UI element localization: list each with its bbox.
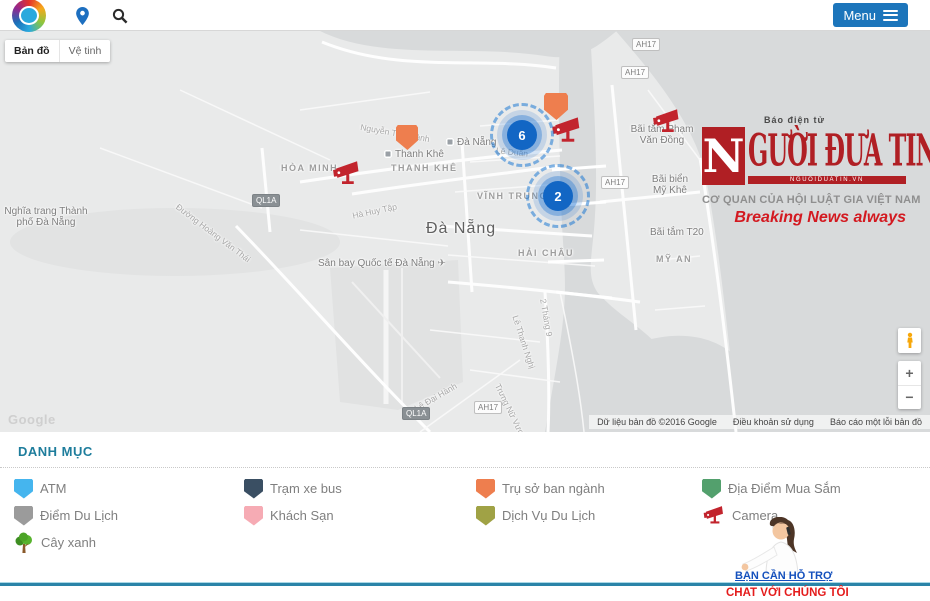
news-kicker: Báo điện tử <box>764 115 906 125</box>
news-slogan: Breaking News always <box>702 209 906 227</box>
camera-marker-1[interactable] <box>331 161 361 191</box>
district-label-my-an: MỸ AN <box>656 254 692 264</box>
street-view-pegman-button[interactable] <box>898 328 921 353</box>
camera-icon <box>702 506 725 525</box>
government-office-pin-icon <box>476 479 495 499</box>
legend-title: DANH MỤC <box>18 444 930 459</box>
menu-button[interactable]: Menu <box>833 3 908 27</box>
legend-item-hotel[interactable]: Khách Sạn <box>244 505 476 526</box>
legend-item-tree[interactable]: Cây xanh <box>14 532 244 553</box>
legend-item-atm[interactable]: ATM <box>14 478 244 499</box>
map-type-control: Bản đồ Vệ tinh <box>5 40 110 62</box>
zoom-in-button[interactable]: + <box>898 361 921 386</box>
district-label-hai-chau: HẢI CHÂU <box>518 248 574 258</box>
report-error-link[interactable]: Báo cáo một lỗi bản đồ <box>830 417 922 427</box>
menu-button-label: Menu <box>843 8 876 23</box>
bus-stop-pin-icon <box>244 479 263 499</box>
satellite-type-button[interactable]: Vệ tinh <box>60 40 111 62</box>
beach-label-t20: Bãi tắm T20 <box>650 227 704 238</box>
news-title: GƯỜI ĐƯA TIN <box>748 127 898 176</box>
legend-item-government-office[interactable]: Trụ sở ban ngành <box>476 478 702 499</box>
route-badge-ah17: AH17 <box>601 176 629 189</box>
news-domain-strip: NGUOIDUATIN.VN <box>748 176 906 184</box>
route-badge-ql1a: QL1A <box>402 407 430 420</box>
map-attribution: Dữ liệu bản đồ ©2016 Google Điều khoản s… <box>589 415 930 429</box>
train-station-icon <box>384 150 392 158</box>
station-label-thanh-khe: Thanh Khê <box>384 149 444 160</box>
tourism-service-pin-icon <box>476 506 495 526</box>
site-logo[interactable] <box>12 0 46 32</box>
legend-item-tourism-service[interactable]: Dịch Vụ Du Lịch <box>476 505 702 526</box>
legend-item-tourist-spot[interactable]: Điểm Du Lịch <box>14 505 244 526</box>
news-logo-overlay: Báo điện tử N GƯỜI ĐƯA TIN NGUOIDUATIN.V… <box>702 115 906 227</box>
district-label-hoa-minh: HÒA MINH <box>281 163 338 173</box>
page: Menu <box>0 0 930 601</box>
station-label-da-nang: Đà Nẵng <box>446 137 496 148</box>
map-copyright: Dữ liệu bản đồ ©2016 Google <box>597 417 717 427</box>
beach-label-my-khe: Bãi biển Mỹ Khê <box>646 174 694 196</box>
map-area[interactable]: Bản đồ Vệ tinh HÒA MINH THANH KHÊ VĨNH T… <box>0 30 930 432</box>
cemetery-label: Nghĩa trang Thành phố Đà Nẵng <box>0 206 92 228</box>
dotted-divider <box>0 467 930 468</box>
legend-item-camera[interactable]: Camera <box>702 505 930 526</box>
airport-label: Sân bay Quốc tế Đà Nẵng ✈ <box>318 258 446 269</box>
hotel-pin-icon <box>244 506 263 526</box>
news-agency-line: CƠ QUAN CỦA HỘI LUẬT GIA VIỆT NAM <box>702 194 906 206</box>
legend-item-bus-stop[interactable]: Trạm xe bus <box>244 478 476 499</box>
chat-with-us-link[interactable]: CHAT VỚI CHÚNG TÔI <box>726 587 849 599</box>
city-label: Đà Nẵng <box>426 220 496 238</box>
shopping-pin-icon <box>702 479 721 499</box>
route-badge-ah17: AH17 <box>474 401 502 414</box>
tree-icon <box>14 532 34 554</box>
route-badge-ql1a: QL1A <box>252 194 280 207</box>
cluster-marker-2[interactable]: 2 <box>543 181 573 211</box>
map-type-button[interactable]: Bản đồ <box>5 40 60 62</box>
top-bar: Menu <box>0 0 930 31</box>
zoom-out-button[interactable]: − <box>898 386 921 410</box>
news-initial: N <box>702 127 745 185</box>
zoom-control: + − <box>898 361 921 409</box>
cluster-marker-6[interactable]: 6 <box>507 120 537 150</box>
airport-icon: ✈ <box>438 258 446 269</box>
camera-marker-2[interactable] <box>550 117 582 149</box>
footer-divider-line <box>0 582 930 586</box>
district-label-thanh-khe: THANH KHÊ <box>391 163 458 173</box>
legend-item-shopping[interactable]: Địa Điểm Mua Sắm <box>702 478 930 499</box>
atm-pin-icon <box>14 479 33 499</box>
route-badge-ah17: AH17 <box>632 38 660 51</box>
google-watermark: Google <box>8 412 56 427</box>
tourist-spot-pin-icon <box>14 506 33 526</box>
need-help-link[interactable]: BẠN CẦN HỖ TRỢ <box>735 570 832 582</box>
pegman-icon <box>905 332 915 349</box>
camera-marker-3[interactable] <box>651 109 681 139</box>
location-pin-icon[interactable] <box>72 6 92 26</box>
terms-link[interactable]: Điều khoản sử dụng <box>733 417 814 427</box>
search-icon[interactable] <box>110 6 130 26</box>
hamburger-icon <box>883 7 898 23</box>
route-badge-ah17: AH17 <box>621 66 649 79</box>
train-station-icon <box>446 138 454 146</box>
